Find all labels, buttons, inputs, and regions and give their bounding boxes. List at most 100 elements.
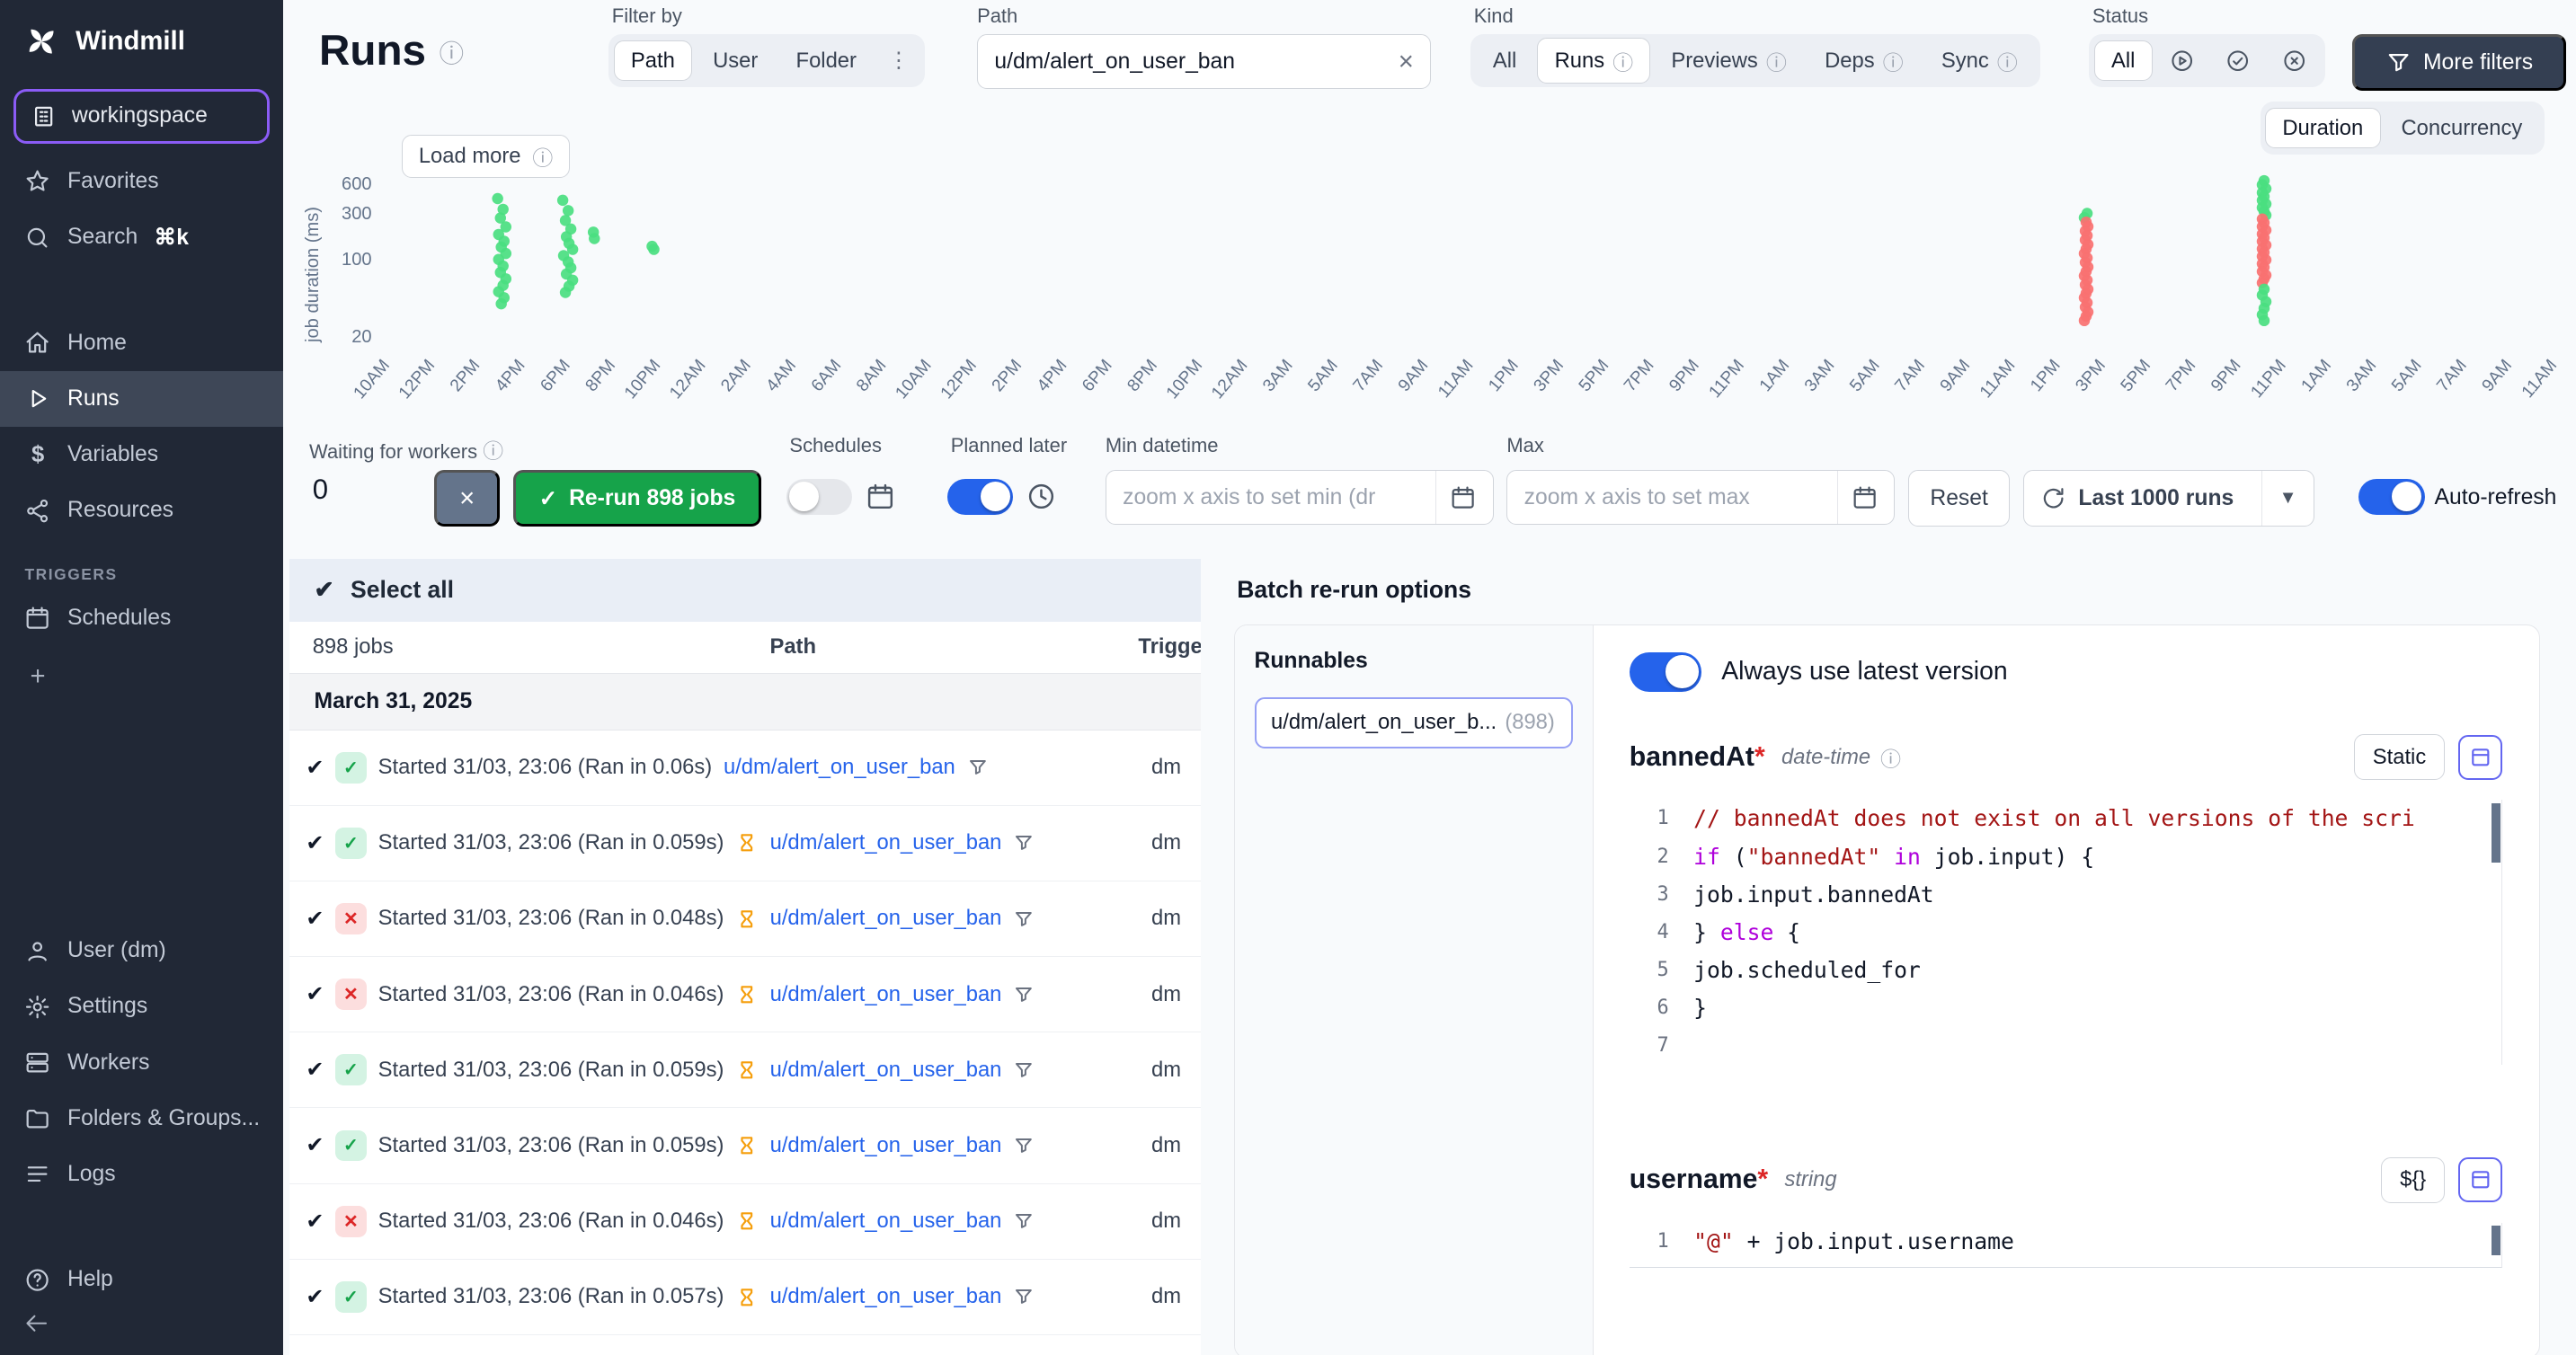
kind-sync[interactable]: Syncⓘ [1924, 38, 2035, 84]
code-line[interactable]: 6} [1630, 989, 2502, 1027]
app-brand[interactable]: Windmill [0, 0, 283, 73]
run-dot[interactable] [492, 192, 502, 203]
filter-by-path-icon[interactable] [1013, 1210, 1035, 1232]
code-line[interactable]: 1"@" + job.input.username [1630, 1223, 2502, 1261]
status-failure-filter[interactable] [2268, 41, 2321, 81]
run-dot[interactable] [2078, 314, 2089, 325]
run-dot[interactable] [2258, 314, 2269, 325]
scrollbar-thumb[interactable] [2492, 803, 2500, 863]
run-row[interactable]: ✔✓Started 31/03, 23:06 (Ran in 0.059s)u/… [289, 1108, 1201, 1183]
run-path-link[interactable]: u/dm/alert_on_user_ban [724, 755, 955, 780]
sidebar-item-resources[interactable]: Resources [0, 483, 283, 538]
select-all-bar[interactable]: ✔ Select all [289, 559, 1201, 622]
run-path-link[interactable]: u/dm/alert_on_user_ban [770, 1133, 1002, 1158]
run-path-link[interactable]: u/dm/alert_on_user_ban [770, 906, 1002, 931]
run-dot[interactable] [556, 194, 567, 205]
filter-by-user[interactable]: User [696, 40, 776, 81]
status-running-filter[interactable] [2155, 41, 2208, 81]
sidebar-item-search[interactable]: Search ⌘k [0, 209, 283, 266]
row-checkbox[interactable]: ✔ [306, 830, 324, 856]
sidebar-item-help[interactable]: Help [0, 1252, 283, 1307]
clear-selection-button[interactable]: × [434, 470, 500, 526]
kind-previews[interactable]: Previewsⓘ [1654, 38, 1804, 84]
filter-by-path-icon[interactable] [967, 757, 989, 778]
info-icon[interactable]: ⓘ [1880, 742, 1901, 773]
reset-button[interactable]: Reset [1908, 470, 2010, 526]
run-row[interactable]: ✔✓Started 31/03, 23:06 (Ran in 0.057s)u/… [289, 1260, 1201, 1335]
filter-by-path-icon[interactable] [1013, 984, 1035, 1005]
filter-by-path-icon[interactable] [1013, 908, 1035, 930]
runnable-item[interactable]: u/dm/alert_on_user_b... (898) [1255, 697, 1573, 749]
code-line[interactable]: 2if ("bannedAt" in job.input) { [1630, 838, 2502, 876]
filter-by-more-menu[interactable]: ⋮ [877, 40, 920, 82]
code-line[interactable]: 3 job.input.bannedAt [1630, 876, 2502, 914]
run-dot[interactable] [566, 244, 577, 254]
row-checkbox[interactable]: ✔ [306, 1132, 324, 1158]
schedules-toggle[interactable] [786, 479, 852, 515]
status-success-filter[interactable] [2212, 41, 2265, 81]
sidebar-item-user[interactable]: User (dm) [0, 923, 283, 979]
run-path-link[interactable]: u/dm/alert_on_user_ban [770, 1058, 1002, 1083]
auto-refresh-toggle[interactable] [2358, 479, 2424, 515]
info-icon[interactable]: ⓘ [440, 33, 464, 69]
sidebar-item-folders-groups[interactable]: Folders & Groups... [0, 1091, 283, 1147]
code-line[interactable]: 1// bannedAt does not exist on all versi… [1630, 800, 2502, 837]
static-mode-button[interactable]: Static [2354, 734, 2446, 780]
code-editor-username[interactable]: 1"@" + job.input.username [1630, 1223, 2503, 1268]
workspace-selector[interactable]: workingspace [13, 89, 270, 144]
run-path-link[interactable]: u/dm/alert_on_user_ban [770, 1284, 1002, 1309]
max-datetime-input[interactable]: zoom x axis to set max [1506, 470, 1895, 524]
kind-runs[interactable]: Runsⓘ [1537, 38, 1650, 84]
run-path-link[interactable]: u/dm/alert_on_user_ban [770, 982, 1002, 1007]
code-line[interactable]: 4} else { [1630, 914, 2502, 952]
filter-by-path-icon[interactable] [1013, 1135, 1035, 1156]
filter-by-path-icon[interactable] [1013, 832, 1035, 854]
sidebar-item-settings[interactable]: Settings [0, 979, 283, 1034]
run-path-link[interactable]: u/dm/alert_on_user_ban [770, 830, 1002, 855]
planned-later-toggle[interactable] [947, 479, 1013, 515]
editor-toggle-button[interactable] [2458, 735, 2502, 779]
run-row[interactable]: ✔✓Started 31/03, 23:06 (Ran in 0.059s)u/… [289, 806, 1201, 881]
rerun-jobs-button[interactable]: ✓Re-run 898 jobs [513, 470, 761, 526]
scrollbar-thumb[interactable] [2492, 1226, 2500, 1255]
tab-duration[interactable]: Duration [2265, 108, 2380, 148]
row-checkbox[interactable]: ✔ [306, 981, 324, 1007]
row-checkbox[interactable]: ✔ [306, 755, 324, 781]
run-row[interactable]: ✔✕Started 31/03, 23:06 (Ran in 0.046s)u/… [289, 1184, 1201, 1260]
more-filters-button[interactable]: More filters [2352, 34, 2566, 90]
sidebar-item-logs[interactable]: Logs [0, 1147, 283, 1202]
sidebar-item-schedules[interactable]: Schedules [0, 590, 283, 646]
kind-all[interactable]: All [1476, 40, 1534, 81]
sidebar-item-runs[interactable]: Runs [0, 371, 283, 427]
run-dot[interactable] [563, 205, 573, 216]
chevron-down-icon[interactable]: ▼ [2261, 471, 2314, 525]
path-filter-input[interactable]: u/dm/alert_on_user_ban × [977, 34, 1431, 88]
run-dot[interactable] [495, 298, 506, 309]
filter-by-path[interactable]: Path [614, 40, 693, 81]
filter-by-folder[interactable]: Folder [778, 40, 874, 81]
filter-by-path-icon[interactable] [1013, 1059, 1035, 1081]
code-line[interactable]: 5 job.scheduled_for [1630, 952, 2502, 989]
row-checkbox[interactable]: ✔ [306, 1284, 324, 1310]
status-all[interactable]: All [2094, 40, 2153, 81]
calendar-icon[interactable] [1837, 471, 1878, 523]
run-dot[interactable] [559, 287, 570, 297]
run-path-link[interactable]: u/dm/alert_on_user_ban [770, 1209, 1002, 1234]
row-checkbox[interactable]: ✔ [306, 1057, 324, 1083]
sidebar-item-workers[interactable]: Workers [0, 1035, 283, 1091]
sidebar-item-favorites[interactable]: Favorites [0, 154, 283, 209]
kind-deps[interactable]: Depsⓘ [1808, 38, 1921, 84]
collapse-sidebar-button[interactable] [0, 1307, 283, 1355]
add-trigger-button[interactable]: + [0, 646, 283, 706]
run-row[interactable]: ✔✓Started 31/03, 23:06 (Ran in 0.06s)u/d… [289, 731, 1201, 806]
code-line[interactable]: 7 [1630, 1027, 2502, 1065]
run-row[interactable]: ✔✓Started 31/03, 23:06 (Ran in 0.059s)u/… [289, 1032, 1201, 1108]
min-datetime-input[interactable]: zoom x axis to set min (dr [1106, 470, 1494, 524]
run-row[interactable]: ✔✕Started 31/03, 23:06 (Ran in 0.046s)u/… [289, 957, 1201, 1032]
tab-concurrency[interactable]: Concurrency [2384, 108, 2539, 148]
run-row[interactable]: ✔✓Started 31/03, 23:06 (Ran in 0.059s)u/… [289, 1335, 1201, 1355]
calendar-icon[interactable] [1435, 471, 1476, 523]
row-checkbox[interactable]: ✔ [306, 1209, 324, 1235]
last-runs-dropdown[interactable]: Last 1000 runs ▼ [2023, 470, 2314, 526]
row-checkbox[interactable]: ✔ [306, 906, 324, 932]
